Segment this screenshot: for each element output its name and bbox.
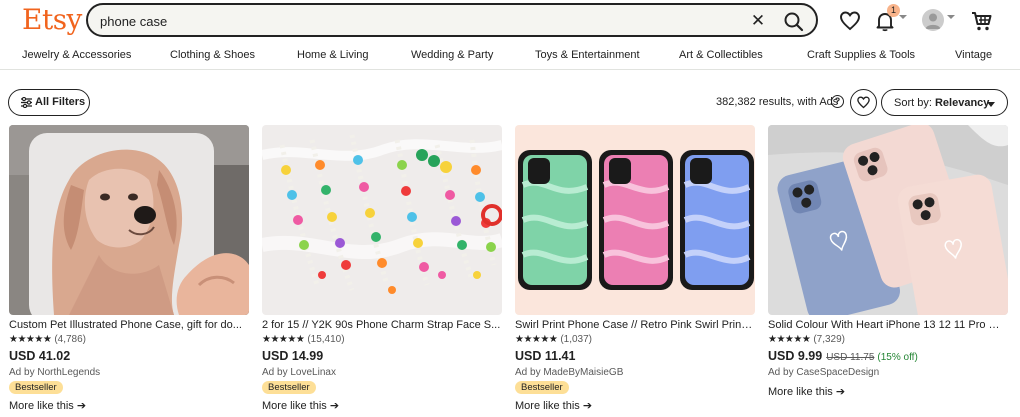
sort-value: Relevancy (934, 97, 990, 109)
category-nav: Jewelry & Accessories Clothing & Shoes H… (0, 46, 1020, 70)
search-icon (784, 12, 804, 32)
more-like-this-link[interactable]: More like this ➔ (768, 385, 845, 398)
review-count: (4,786) (54, 334, 87, 345)
category-toys[interactable]: Toys & Entertainment (535, 49, 640, 61)
star-icon: ★★★★★ (262, 334, 305, 345)
bestseller-badge: Bestseller (9, 381, 63, 394)
more-like-this-label: More like this (9, 400, 74, 412)
listing-price: USD 14.99 (262, 349, 324, 363)
help-icon[interactable]: ? (831, 95, 844, 108)
listing-seller: Ad by NorthLegends (9, 367, 101, 378)
listing-seller: Ad by LoveLinax (262, 367, 336, 378)
chevron-down-icon (987, 102, 995, 107)
more-like-this-link[interactable]: More like this ➔ (262, 399, 339, 412)
listing-rating: ★★★★★ (4,786) (9, 334, 86, 345)
more-like-this-label: More like this (515, 400, 580, 412)
close-icon[interactable]: ✕ (748, 11, 768, 31)
listing-title[interactable]: 2 for 15 // Y2K 90s Phone Charm Strap Fa… (262, 319, 502, 331)
original-price: USD 11.75 (826, 352, 875, 363)
discount-text: (15% off) (877, 352, 918, 363)
search-input[interactable] (100, 12, 740, 30)
listing-title[interactable]: Solid Colour With Heart iPhone 13 12 11 … (768, 319, 1008, 331)
listing-image[interactable] (262, 125, 502, 315)
category-wedding[interactable]: Wedding & Party (411, 49, 493, 61)
cart-icon (972, 12, 992, 31)
category-home[interactable]: Home & Living (297, 49, 369, 61)
etsy-logo[interactable]: Etsy (22, 3, 82, 36)
star-icon: ★★★★★ (9, 334, 52, 345)
favorites-button[interactable] (838, 9, 862, 33)
arrow-right-icon: ➔ (329, 400, 340, 412)
bestseller-badge: Bestseller (515, 381, 569, 394)
category-clothing[interactable]: Clothing & Shoes (170, 49, 255, 61)
listing-rating: ★★★★★ (1,037) (515, 334, 592, 345)
category-art[interactable]: Art & Collectibles (679, 49, 763, 61)
all-filters-button[interactable]: All Filters (8, 89, 90, 116)
review-count: (1,037) (560, 334, 593, 345)
filter-icon (21, 97, 32, 108)
listing-seller: Ad by CaseSpaceDesign (768, 367, 880, 378)
listing-card[interactable]: 2 for 15 // Y2K 90s Phone Charm Strap Fa… (262, 125, 502, 417)
sort-dropdown[interactable]: Sort by: Relevancy (881, 89, 1008, 116)
star-icon: ★★★★★ (515, 334, 558, 345)
more-like-this-label: More like this (768, 386, 833, 398)
user-icon (925, 13, 941, 29)
results-count: 382,382 results, with Ads (716, 96, 839, 108)
listing-card[interactable]: Solid Colour With Heart iPhone 13 12 11 … (768, 125, 1008, 417)
listing-seller: Ad by MadeByMaisieGB (515, 367, 624, 378)
sort-prefix: Sort by: (894, 97, 932, 109)
listing-image[interactable] (9, 125, 249, 315)
avatar[interactable] (922, 9, 944, 31)
heart-icon (857, 96, 870, 109)
listing-price: USD 9.99 USD 11.75 (15% off) (768, 349, 918, 363)
cart-button[interactable] (970, 9, 994, 33)
listing-title[interactable]: Custom Pet Illustrated Phone Case, gift … (9, 319, 249, 331)
review-count: (7,329) (813, 334, 846, 345)
listing-image[interactable] (515, 125, 755, 315)
review-count: (15,410) (307, 334, 345, 345)
star-icon: ★★★★★ (768, 334, 811, 345)
save-search-button[interactable] (850, 89, 877, 116)
listing-image[interactable] (768, 125, 1008, 315)
sale-price: USD 9.99 (768, 349, 823, 363)
listing-card[interactable]: Swirl Print Phone Case // Retro Pink Swi… (515, 125, 755, 417)
search-bar[interactable]: ✕ (86, 3, 818, 37)
listing-rating: ★★★★★ (15,410) (262, 334, 345, 345)
chevron-down-icon (947, 15, 955, 19)
header: Etsy ✕ 1 (0, 0, 1020, 42)
chevron-down-icon (899, 15, 907, 19)
heart-icon (840, 11, 860, 31)
listing-price: USD 41.02 (9, 349, 71, 363)
listing-title[interactable]: Swirl Print Phone Case // Retro Pink Swi… (515, 319, 755, 331)
category-craft[interactable]: Craft Supplies & Tools (807, 49, 915, 61)
search-button[interactable] (782, 10, 806, 34)
category-jewelry[interactable]: Jewelry & Accessories (22, 49, 131, 61)
arrow-right-icon: ➔ (835, 386, 846, 398)
listing-rating: ★★★★★ (7,329) (768, 334, 845, 345)
more-like-this-link[interactable]: More like this ➔ (9, 399, 86, 412)
all-filters-label: All Filters (35, 96, 86, 108)
bestseller-badge: Bestseller (262, 381, 316, 394)
arrow-right-icon: ➔ (582, 400, 593, 412)
arrow-right-icon: ➔ (76, 400, 87, 412)
listing-price: USD 11.41 (515, 349, 576, 363)
listing-card[interactable]: Custom Pet Illustrated Phone Case, gift … (9, 125, 249, 417)
more-like-this-link[interactable]: More like this ➔ (515, 399, 592, 412)
more-like-this-label: More like this (262, 400, 327, 412)
category-vintage[interactable]: Vintage (955, 49, 992, 61)
